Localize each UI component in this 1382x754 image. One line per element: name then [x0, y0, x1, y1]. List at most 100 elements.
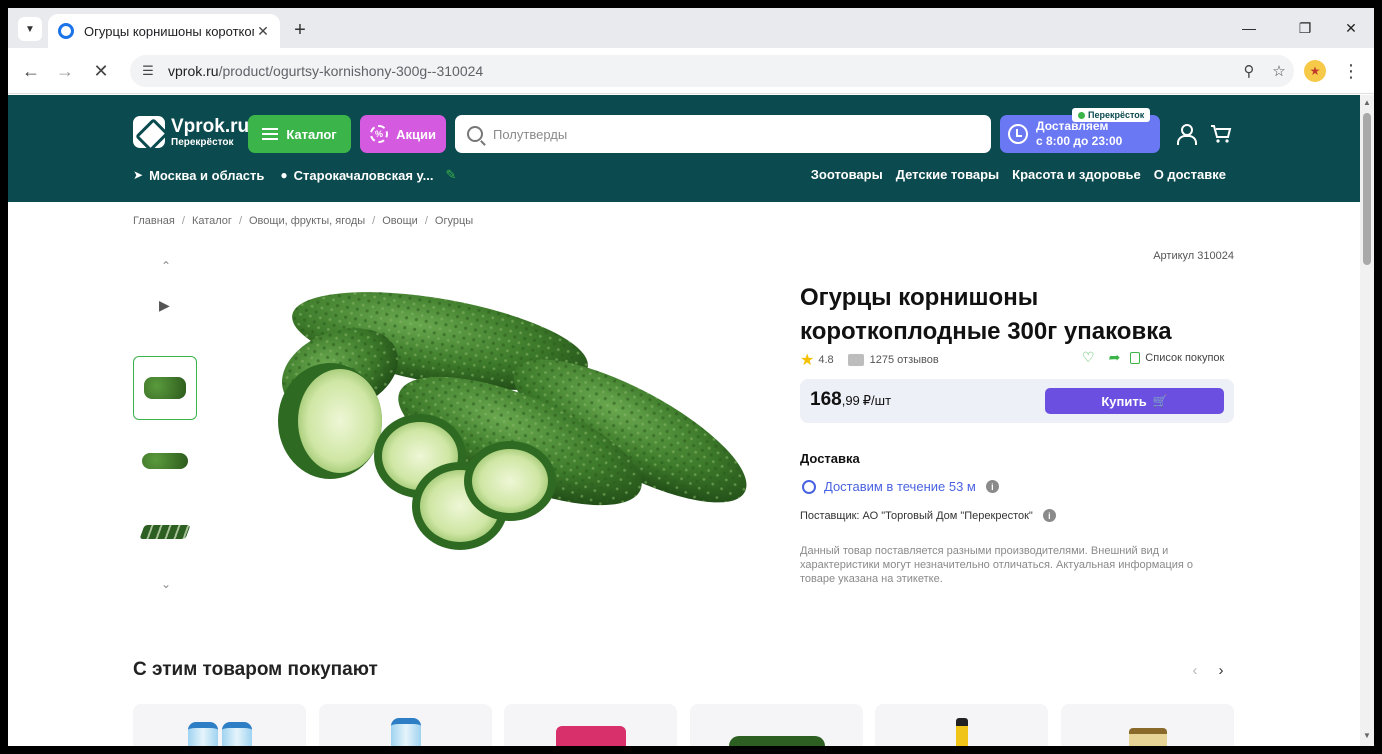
favicon-icon — [58, 23, 74, 39]
cucumber-thumb-image — [144, 377, 186, 399]
leaf-icon — [1078, 111, 1085, 119]
breadcrumb-item[interactable]: Овощи, фрукты, ягоды — [249, 215, 365, 227]
region-link[interactable]: Москва и область — [149, 168, 264, 183]
site-logo[interactable]: Vprok.ru Перекрёсток — [133, 116, 249, 148]
scroll-down-arrow-icon[interactable]: ▼ — [1362, 731, 1372, 741]
extension-icon[interactable]: ★ — [1304, 60, 1326, 82]
tab-title: Огурцы корнишоны короткоп — [84, 23, 254, 39]
shopping-list-link[interactable]: Список покупок — [1145, 352, 1224, 364]
breadcrumb-item[interactable]: Овощи — [382, 215, 418, 227]
menu-bars-icon — [262, 128, 279, 140]
close-icon[interactable]: ✕ — [254, 22, 272, 40]
supplier-row: Поставщик: АО "Торговый Дом "Перекресток… — [800, 509, 1056, 522]
thumbnail-3[interactable] — [133, 500, 197, 564]
promo-button[interactable]: % Акции — [360, 115, 446, 153]
site-settings-icon[interactable]: ☰ — [140, 63, 156, 79]
url-host: vprok.ru — [168, 63, 219, 79]
product-disclaimer: Данный товар поставляется разными произв… — [800, 545, 1194, 585]
url-text[interactable]: vprok.ru/product/ogurtsy-kornishony-300g… — [168, 63, 1234, 79]
nav-link-delivery[interactable]: О доставке — [1154, 167, 1226, 182]
breadcrumb: Главная / Каталог / Овощи, фрукты, ягоды / … — [133, 215, 474, 227]
video-play-icon[interactable]: ▶ — [159, 297, 170, 314]
breadcrumb-item[interactable]: Каталог — [192, 215, 232, 227]
search-box[interactable] — [455, 115, 991, 153]
product-title: Огурцы корнишоны короткоплодные 300г упа… — [800, 284, 1172, 345]
zoom-icon[interactable]: ⚲ — [1234, 56, 1264, 86]
nav-link-beauty[interactable]: Красота и здоровье — [1012, 167, 1141, 182]
carousel-prev-chevron-icon[interactable]: ‹ — [1186, 662, 1204, 680]
price-unit: ₽/шт — [862, 393, 892, 408]
address-link[interactable]: Старокачаловская у... — [294, 168, 434, 183]
scroll-up-arrow-icon[interactable]: ▲ — [1362, 98, 1372, 108]
comment-icon — [847, 354, 864, 366]
package-thumb-image — [139, 525, 191, 539]
cart-icon: 🛒 — [1152, 394, 1168, 408]
product-card[interactable] — [1061, 704, 1234, 746]
catalog-button[interactable]: Каталог — [248, 115, 351, 153]
back-button[interactable]: ← — [18, 58, 44, 84]
rating-row: ★ 4.8 1275 отзывов — [800, 350, 939, 370]
menu-kebab-icon[interactable]: ⋮ — [1338, 58, 1364, 84]
new-tab-button[interactable]: + — [288, 18, 312, 42]
price-fraction: ,99 — [841, 393, 860, 408]
tab-search-button[interactable]: ▼ — [18, 17, 42, 41]
thumbnail-1[interactable] — [133, 356, 197, 420]
clock-icon — [802, 479, 816, 494]
product-card[interactable] — [875, 704, 1048, 746]
address-bar[interactable]: ☰ vprok.ru/product/ogurtsy-kornishony-30… — [130, 55, 1294, 87]
product-card[interactable] — [690, 704, 863, 746]
delivery-eta-text: Доставим в течение 53 м — [824, 479, 976, 494]
product-card[interactable] — [133, 704, 306, 746]
favorite-heart-icon[interactable]: ♡ — [1082, 349, 1095, 366]
product-card[interactable] — [319, 704, 492, 746]
supplier-text: Поставщик: АО "Торговый Дом "Перекресток… — [800, 509, 1033, 522]
search-input[interactable] — [493, 126, 991, 142]
breadcrumb-item[interactable]: Огурцы — [435, 215, 473, 227]
carousel-next-chevron-icon[interactable]: › — [1212, 662, 1230, 680]
browser-tab[interactable]: Огурцы корнишоны короткоп ✕ — [48, 14, 280, 48]
clock-icon — [1008, 124, 1028, 144]
header-nav: Зоотовары Детские товары Красота и здоро… — [798, 167, 1226, 182]
price: 168 ,99 ₽/шт — [810, 389, 891, 411]
reviews-link[interactable]: 1275 отзывов — [870, 354, 939, 366]
oil-bottle-image — [955, 718, 968, 746]
thumbs-up-chevron-icon[interactable]: ⌃ — [158, 258, 174, 274]
egg-box-image — [728, 736, 825, 746]
user-icon[interactable] — [1175, 123, 1197, 145]
nav-link-kids[interactable]: Детские товары — [896, 167, 999, 182]
map-pin-icon: ● — [280, 168, 288, 182]
thumbnail-2[interactable] — [133, 429, 197, 493]
buy-button[interactable]: Купить 🛒 — [1045, 388, 1224, 414]
browser-window: ▼ Огурцы корнишоны короткоп ✕ + — ❐ ✕ ← … — [8, 8, 1374, 746]
nav-link-pets[interactable]: Зоотовары — [811, 167, 883, 182]
window-close-button[interactable]: ✕ — [1336, 16, 1366, 40]
bookmark-star-icon[interactable]: ☆ — [1264, 56, 1294, 86]
info-icon[interactable]: i — [1042, 509, 1056, 522]
stop-loading-button[interactable]: ✕ — [88, 58, 114, 84]
jar-image — [1128, 728, 1167, 746]
maximize-button[interactable]: ❐ — [1290, 16, 1320, 40]
buy-label: Купить — [1101, 393, 1147, 409]
price-integer: 168 — [810, 389, 842, 410]
page-scrollbar[interactable]: ▲ ▼ — [1360, 95, 1374, 746]
delivery-eta: Доставим в течение 53 м i — [802, 479, 999, 494]
product-card[interactable] — [504, 704, 677, 746]
info-icon[interactable]: i — [985, 480, 999, 493]
edit-pencil-icon[interactable]: ✎ — [445, 167, 456, 183]
logo-main-text: Vprok.ru — [171, 115, 250, 137]
scrollbar-thumb[interactable] — [1363, 113, 1371, 265]
cart-svg — [1211, 125, 1232, 143]
product-main-image[interactable] — [270, 281, 750, 561]
partner-badge: Перекрёсток — [1072, 108, 1151, 122]
catalog-label: Каталог — [286, 126, 337, 142]
forward-button[interactable]: → — [52, 58, 78, 84]
browser-toolbar: ← → ✕ ☰ vprok.ru/product/ogurtsy-kornish… — [8, 48, 1374, 94]
breadcrumb-item[interactable]: Главная — [133, 215, 175, 227]
partner-badge-label: Перекрёсток — [1088, 110, 1145, 120]
location-row: ➤ Москва и область ● Старокачаловская у.… — [133, 167, 456, 183]
thumbs-down-chevron-icon[interactable]: ⌄ — [158, 576, 174, 592]
share-icon[interactable]: ➦ — [1109, 349, 1121, 366]
star-icon: ★ — [800, 352, 815, 369]
minimize-button[interactable]: — — [1234, 16, 1264, 40]
cart-icon[interactable] — [1210, 123, 1232, 145]
